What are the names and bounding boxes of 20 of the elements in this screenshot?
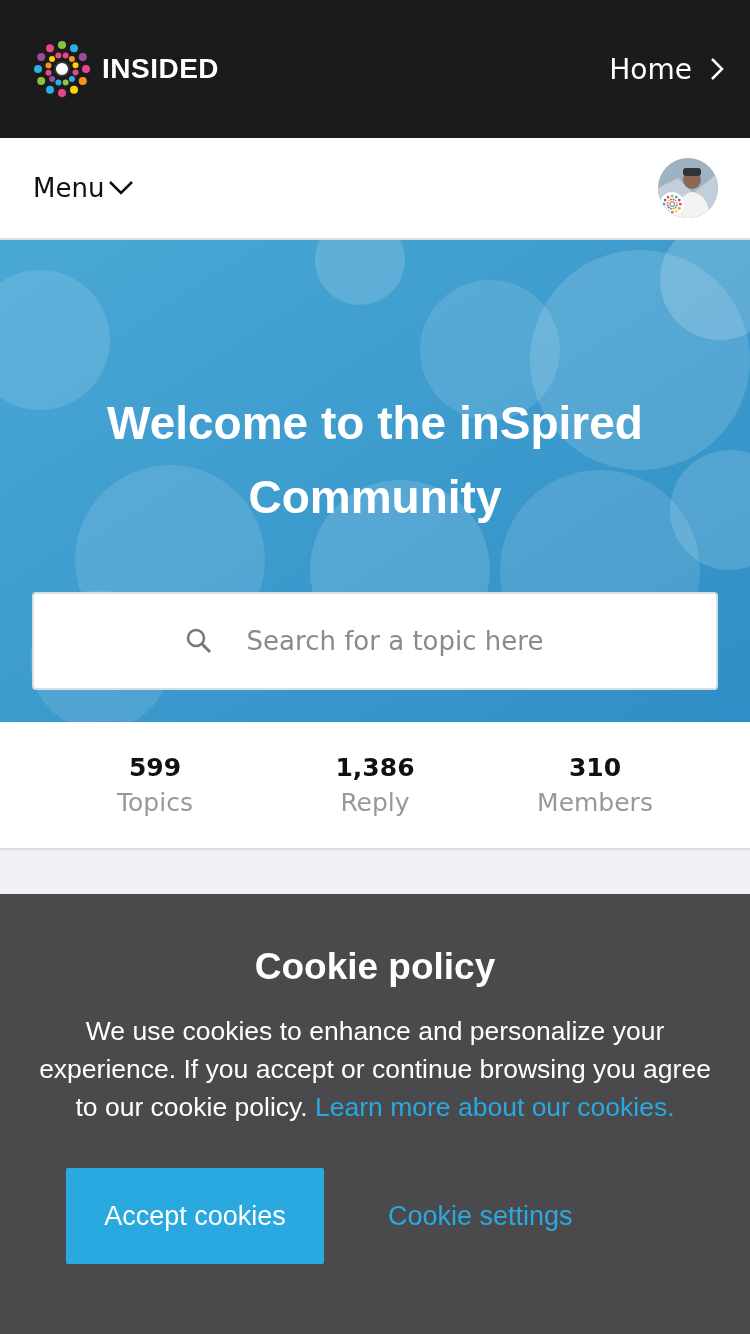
cookie-title: Cookie policy bbox=[254, 946, 496, 988]
chevron-down-icon bbox=[108, 180, 135, 196]
cookie-text: We use cookies to enhance and personalize your experience. If you accept or continue browsing you agree to our cookie policy. Learn more about our cookies. bbox=[38, 1015, 712, 1124]
home-link[interactable]: Home bbox=[609, 52, 724, 86]
cookie-settings-button[interactable]: Cookie settings bbox=[388, 1200, 573, 1232]
stat-label: Topics bbox=[117, 788, 193, 817]
learn-more-link[interactable]: Learn more about our cookies. bbox=[315, 1092, 675, 1122]
search-icon bbox=[186, 628, 212, 654]
menu-button[interactable]: Menu bbox=[33, 173, 135, 203]
stat-label: Reply bbox=[340, 788, 410, 817]
user-avatar[interactable] bbox=[658, 158, 718, 218]
accept-cookies-button[interactable]: Accept cookies bbox=[66, 1168, 324, 1264]
stat-value: 310 bbox=[568, 753, 622, 782]
chevron-right-icon bbox=[710, 57, 724, 81]
stat-value: 1,386 bbox=[335, 753, 415, 782]
logo-icon bbox=[32, 39, 92, 99]
welcome-heading: Welcome to the inSpired Community bbox=[106, 396, 644, 525]
brand-name: INSIDED bbox=[102, 53, 220, 85]
stat-value: 599 bbox=[128, 753, 182, 782]
stat-label: Members bbox=[537, 788, 653, 817]
